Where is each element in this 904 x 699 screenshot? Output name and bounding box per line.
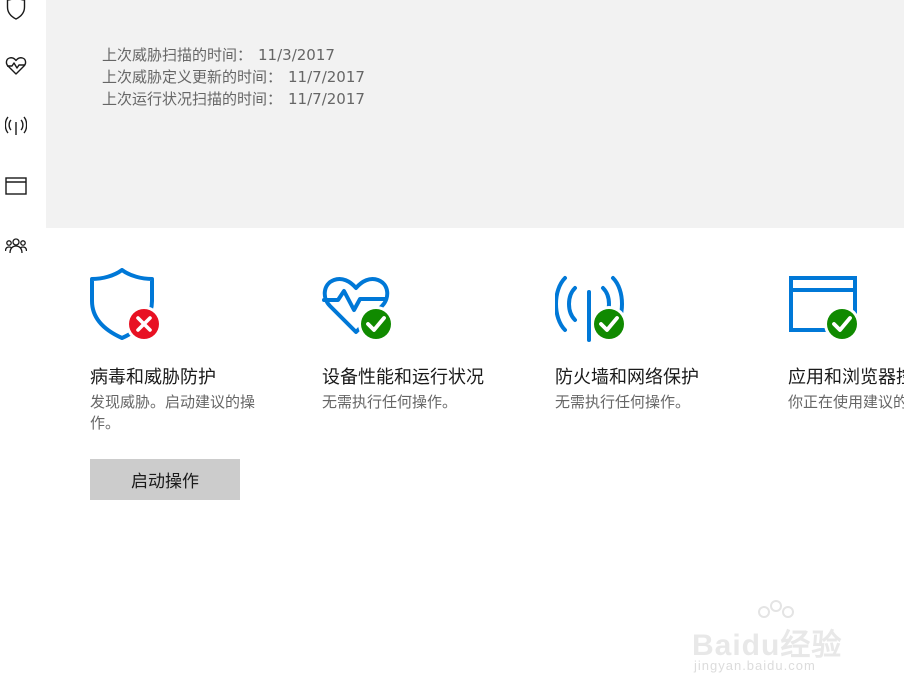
tile-title: 病毒和威胁防护 xyxy=(90,367,216,388)
tile-description: 无需执行任何操作。 xyxy=(322,393,458,411)
watermark: Baidu经验 jingyan.baidu.com xyxy=(688,598,868,688)
last-health-scan-value: 11/7/2017 xyxy=(288,90,365,108)
tile-title: 应用和浏览器控 xyxy=(788,367,904,388)
last-definition-update-label: 上次威胁定义更新的时间： xyxy=(102,68,283,86)
sidebar-item-family[interactable] xyxy=(0,230,32,262)
last-definition-update-value: 11/7/2017 xyxy=(288,68,365,86)
tile-title: 防火墙和网络保护 xyxy=(555,367,699,388)
last-health-scan: 上次运行状况扫描的时间： 11/7/2017 xyxy=(102,88,365,110)
scan-status-panel: 上次威胁扫描的时间： 11/3/2017 上次威胁定义更新的时间： 11/7/201… xyxy=(46,0,904,228)
sidebar-item-virus-protection[interactable] xyxy=(0,0,32,24)
browser-window-icon xyxy=(5,177,27,195)
last-definition-update: 上次威胁定义更新的时间： 11/7/2017 xyxy=(102,66,365,88)
family-icon xyxy=(5,238,27,254)
scan-info: 上次威胁扫描的时间： 11/3/2017 上次威胁定义更新的时间： 11/7/201… xyxy=(102,44,365,110)
last-threat-scan-value: 11/3/2017 xyxy=(258,46,335,64)
shield-icon xyxy=(6,0,26,20)
heart-pulse-ok-icon xyxy=(322,277,394,342)
last-health-scan-label: 上次运行状况扫描的时间： xyxy=(102,90,283,108)
shield-error-icon xyxy=(90,268,162,342)
tile-title: 设备性能和运行状况 xyxy=(322,367,484,388)
antenna-icon xyxy=(5,116,27,135)
tile-description: 发现威胁。启动建议的操作。 xyxy=(90,393,256,432)
tile-description: 无需执行任何操作。 xyxy=(555,393,691,411)
last-threat-scan: 上次威胁扫描的时间： 11/3/2017 xyxy=(102,44,365,66)
heart-pulse-icon xyxy=(5,57,27,75)
browser-window-ok-icon xyxy=(789,276,860,342)
watermark-url: jingyan.baidu.com xyxy=(694,658,816,673)
antenna-ok-icon xyxy=(555,276,627,342)
tile-app-browser-control[interactable]: 应用和浏览器控 你正在使用建议的 xyxy=(788,268,904,468)
sidebar-item-app-browser[interactable] xyxy=(0,170,32,202)
last-threat-scan-label: 上次威胁扫描的时间： xyxy=(102,46,253,64)
start-action-button[interactable]: 启动操作 xyxy=(90,459,240,500)
tile-description: 你正在使用建议的 xyxy=(788,393,904,411)
sidebar xyxy=(0,0,46,699)
sidebar-item-device-health[interactable] xyxy=(0,50,32,82)
sidebar-item-firewall[interactable] xyxy=(0,110,32,142)
